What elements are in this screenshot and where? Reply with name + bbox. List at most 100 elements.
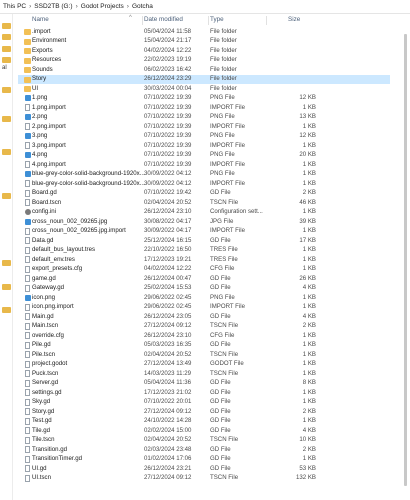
file-row[interactable]: 2.png.import 07/10/2022 19:39 IMPORT File 1… xyxy=(18,123,390,132)
folder-icon xyxy=(2,57,11,63)
file-row[interactable]: Gateway.gd 25/02/2024 15:53 GD File 4 KB xyxy=(18,284,390,293)
folder-row[interactable]: Sounds 06/02/2023 16:42 File folder xyxy=(18,66,390,75)
column-header-name[interactable]: Name xyxy=(32,14,49,26)
file-row[interactable]: Board.tscn 02/04/2024 20:52 TSCN File 46 KB xyxy=(18,199,390,208)
file-row[interactable]: default_bus_layout.tres 22/10/2022 16:50 T… xyxy=(18,246,390,255)
folder-row[interactable]: Resources 22/02/2023 19:19 File folder xyxy=(18,56,390,65)
file-row[interactable]: TransitionTimer.gd 01/02/2024 17:06 GD Fil… xyxy=(18,455,390,464)
date-modified: 30/09/2022 04:12 xyxy=(144,170,192,177)
file-row[interactable]: default_env.tres 17/12/2023 19:21 TRES Fil… xyxy=(18,256,390,265)
file-row[interactable]: Main.gd 26/12/2024 23:05 GD File 4 KB xyxy=(18,313,390,322)
file-row[interactable]: override.cfg 26/12/2024 23:10 CFG File 1 KB xyxy=(18,332,390,341)
file-row[interactable]: config.ini 26/12/2024 23:10 Configuration … xyxy=(18,208,390,217)
nav-pane-item[interactable] xyxy=(2,192,12,200)
column-header-date[interactable]: Date modified xyxy=(144,14,183,26)
file-row[interactable]: game.gd 26/12/2024 00:47 GD File 26 KB xyxy=(18,275,390,284)
file-row[interactable]: Pile.gd 05/03/2023 16:35 GD File 1 KB xyxy=(18,341,390,350)
file-row[interactable]: Tile.tscn 02/04/2024 20:52 TSCN File 10 KB xyxy=(18,436,390,445)
nav-pane-item[interactable] xyxy=(2,306,12,314)
file-size xyxy=(268,28,316,37)
file-row[interactable]: cross_noun_002_09265.jpg.import 30/09/202… xyxy=(18,227,390,236)
file-row[interactable]: project.godot 27/12/2024 13:49 GODOT File 1… xyxy=(18,360,390,369)
folder-icon xyxy=(24,29,31,35)
scrollbar-thumb[interactable] xyxy=(404,34,407,486)
file-type: IMPORT File xyxy=(210,141,245,149)
file-row[interactable]: Story.gd 27/12/2024 09:12 GD File 2 KB xyxy=(18,408,390,417)
file-row[interactable]: 3.png 07/10/2022 19:39 PNG File 12 KB xyxy=(18,132,390,141)
file-row[interactable]: Tile.gd 02/02/2024 15:00 GD File 4 KB xyxy=(18,427,390,436)
file-row[interactable]: Data.gd 25/12/2024 16:15 GD File 17 KB xyxy=(18,237,390,246)
file-type: PNG File xyxy=(210,113,235,120)
nav-pane-item[interactable] xyxy=(2,148,12,156)
file-size: 46 KB xyxy=(299,198,316,206)
file-row[interactable]: 4.png.import 07/10/2022 19:39 IMPORT File 1… xyxy=(18,161,390,170)
file-row[interactable]: Pile.tscn 02/04/2024 20:52 TSCN File 1 KB xyxy=(18,351,390,360)
nav-pane-item[interactable] xyxy=(2,115,12,123)
file-row[interactable]: Board.gd 07/10/2022 19:42 GD File 2 KB xyxy=(18,189,390,198)
file-row[interactable]: 1.png 07/10/2022 19:39 PNG File 12 KB xyxy=(18,94,390,103)
folder-row[interactable]: .import 05/04/2024 11:58 File folder xyxy=(18,28,390,37)
file-row[interactable]: UI.tscn 27/12/2024 09:12 TSCN File 132 KB xyxy=(18,474,390,483)
nav-pane-item[interactable] xyxy=(2,45,12,53)
column-header-size[interactable]: Size xyxy=(288,14,300,26)
file-row[interactable]: 3.png.import 07/10/2022 19:39 IMPORT File 1… xyxy=(18,142,390,151)
file-row[interactable]: Test.gd 24/10/2022 14:28 GD File 1 KB xyxy=(18,417,390,426)
file-type: TRES File xyxy=(210,255,238,263)
file-row[interactable]: blue-grey-color-solid-background-1920x..… xyxy=(18,180,390,189)
file-row[interactable]: UI.gd 26/12/2024 23:21 GD File 53 KB xyxy=(18,465,390,474)
file-row[interactable]: icon.png.import 29/06/2022 02:45 IMPORT Fi… xyxy=(18,303,390,312)
folder-icon xyxy=(24,67,31,73)
date-modified: 02/04/2024 20:52 xyxy=(144,198,192,206)
file-row[interactable]: blue-grey-color-solid-background-1920x..… xyxy=(18,170,390,179)
file-type: PNG File xyxy=(210,151,235,158)
file-icon xyxy=(25,455,30,463)
file-size: 1 KB xyxy=(302,208,316,215)
folder-row[interactable]: Story 26/12/2024 23:29 File folder xyxy=(18,75,390,84)
file-row[interactable]: Sky.gd 07/10/2022 20:01 GD File 1 KB xyxy=(18,398,390,407)
folder-row[interactable]: UI 30/03/2024 00:04 File folder xyxy=(18,85,390,94)
breadcrumb-item[interactable]: SSD2TB (G:) xyxy=(34,3,72,10)
file-type: PNG File xyxy=(210,170,235,177)
file-icon xyxy=(25,161,30,169)
file-row[interactable]: settings.gd 17/12/2023 21:02 GD File 1 KB xyxy=(18,389,390,398)
file-row[interactable]: Server.gd 05/04/2024 11:36 GD File 8 KB xyxy=(18,379,390,388)
sort-indicator-icon: ^ xyxy=(129,15,132,21)
file-type: Configuration sett... xyxy=(210,208,263,215)
nav-pane-item[interactable] xyxy=(2,33,12,41)
folder-row[interactable]: Exports 04/02/2024 12:22 File folder xyxy=(18,47,390,56)
nav-pane-item[interactable] xyxy=(2,56,12,64)
nav-pane-item[interactable] xyxy=(2,86,12,94)
column-header-type[interactable]: Type xyxy=(210,14,224,26)
image-file-icon xyxy=(25,152,31,159)
file-icon xyxy=(25,227,30,235)
column-divider[interactable] xyxy=(208,16,209,25)
date-modified: 27/12/2024 09:12 xyxy=(144,407,192,415)
nav-pane-item[interactable] xyxy=(2,283,12,291)
file-name: 4.png xyxy=(32,151,48,158)
folder-row[interactable]: Environment 15/04/2024 21:17 File folder xyxy=(18,37,390,46)
file-name: settings.gd xyxy=(32,388,62,396)
breadcrumb-item[interactable]: This PC xyxy=(3,3,26,10)
folder-icon xyxy=(24,86,31,92)
file-row[interactable]: 2.png 07/10/2022 19:39 PNG File 13 KB xyxy=(18,113,390,122)
file-row[interactable]: cross_noun_002_09265.jpg 30/08/2022 04:17… xyxy=(18,218,390,227)
file-row[interactable]: export_presets.cfg 04/02/2024 12:22 CFG Fi… xyxy=(18,265,390,274)
file-row[interactable]: Transition.gd 02/03/2024 23:48 GD File 2 KB xyxy=(18,446,390,455)
file-size: 1 KB xyxy=(302,398,316,405)
file-row[interactable]: Puck.tscn 14/03/2023 11:29 TSCN File 1 KB xyxy=(18,370,390,379)
vertical-scrollbar[interactable] xyxy=(403,26,408,486)
nav-pane-item[interactable] xyxy=(2,22,12,30)
breadcrumb-item[interactable]: Gotcha xyxy=(132,3,153,10)
file-row[interactable]: icon.png 29/06/2022 02:45 PNG File 1 KB xyxy=(18,294,390,303)
breadcrumb-item[interactable]: Godot Projects xyxy=(81,3,124,10)
file-row[interactable]: 4.png 07/10/2022 19:39 PNG File 20 KB xyxy=(18,151,390,160)
nav-pane-item[interactable] xyxy=(2,259,12,267)
nav-pane-label: al xyxy=(2,65,7,71)
column-divider[interactable] xyxy=(266,16,267,25)
column-divider[interactable] xyxy=(142,16,143,25)
file-icon xyxy=(25,275,30,283)
file-row[interactable]: Main.tscn 27/12/2024 09:12 TSCN File 2 KB xyxy=(18,322,390,331)
file-row[interactable]: 1.png.import 07/10/2022 19:39 IMPORT File 1… xyxy=(18,104,390,113)
nav-pane-item[interactable]: al xyxy=(2,64,12,72)
file-size xyxy=(268,75,316,84)
